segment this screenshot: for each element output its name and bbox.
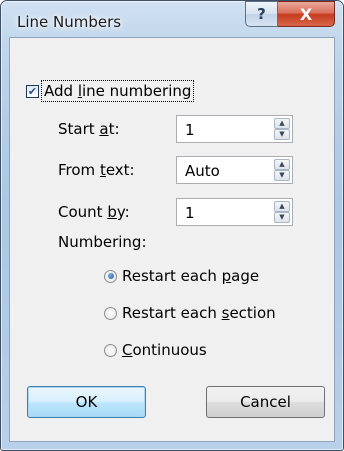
radio-unselected-icon[interactable] xyxy=(104,343,117,357)
from-text-down-arrow-icon[interactable]: ▼ xyxy=(274,170,290,181)
count-by-down-arrow-icon[interactable]: ▼ xyxy=(274,212,290,223)
start-at-spinner[interactable]: 1 ▲ ▼ xyxy=(176,115,293,143)
count-by-value[interactable]: 1 xyxy=(185,204,195,222)
caption-buttons: ? X xyxy=(245,1,335,28)
close-icon: X xyxy=(299,4,313,24)
line-numbers-dialog: Line Numbers ? X ✔ Add line numbering St… xyxy=(0,0,344,451)
continuous-radio[interactable]: Continuous xyxy=(104,341,207,359)
checkmark-icon: ✔ xyxy=(27,84,38,98)
from-text-spinner[interactable]: Auto ▲ ▼ xyxy=(176,156,293,184)
count-by-label: Count by: xyxy=(58,203,130,221)
add-line-numbering-checkbox[interactable]: ✔ Add line numbering xyxy=(26,80,195,102)
add-line-numbering-label[interactable]: Add line numbering xyxy=(40,80,195,102)
count-by-up-arrow-icon[interactable]: ▲ xyxy=(274,201,290,212)
from-text-value[interactable]: Auto xyxy=(185,162,220,180)
start-at-label: Start at: xyxy=(58,120,120,138)
radio-unselected-icon[interactable] xyxy=(104,306,117,320)
help-icon: ? xyxy=(257,5,266,23)
close-button[interactable]: X xyxy=(278,1,335,27)
radio-selected-icon[interactable] xyxy=(104,269,117,283)
cancel-button[interactable]: Cancel xyxy=(206,386,325,418)
count-by-spinner[interactable]: 1 ▲ ▼ xyxy=(176,198,293,226)
start-at-value[interactable]: 1 xyxy=(185,121,195,139)
ok-button[interactable]: OK xyxy=(27,386,146,418)
checkbox-box[interactable]: ✔ xyxy=(26,84,39,98)
numbering-label: Numbering: xyxy=(58,233,147,251)
continuous-label[interactable]: Continuous xyxy=(122,341,207,359)
restart-each-section-radio[interactable]: Restart each section xyxy=(104,304,276,322)
from-text-up-arrow-icon[interactable]: ▲ xyxy=(274,159,290,170)
start-at-up-arrow-icon[interactable]: ▲ xyxy=(274,118,290,129)
restart-each-page-label[interactable]: Restart each page xyxy=(122,267,259,285)
dialog-title: Line Numbers xyxy=(17,13,122,31)
restart-each-section-label[interactable]: Restart each section xyxy=(122,304,276,322)
restart-each-page-radio[interactable]: Restart each page xyxy=(104,267,259,285)
help-button[interactable]: ? xyxy=(245,1,278,27)
from-text-label: From text: xyxy=(58,161,135,179)
start-at-down-arrow-icon[interactable]: ▼ xyxy=(274,129,290,140)
